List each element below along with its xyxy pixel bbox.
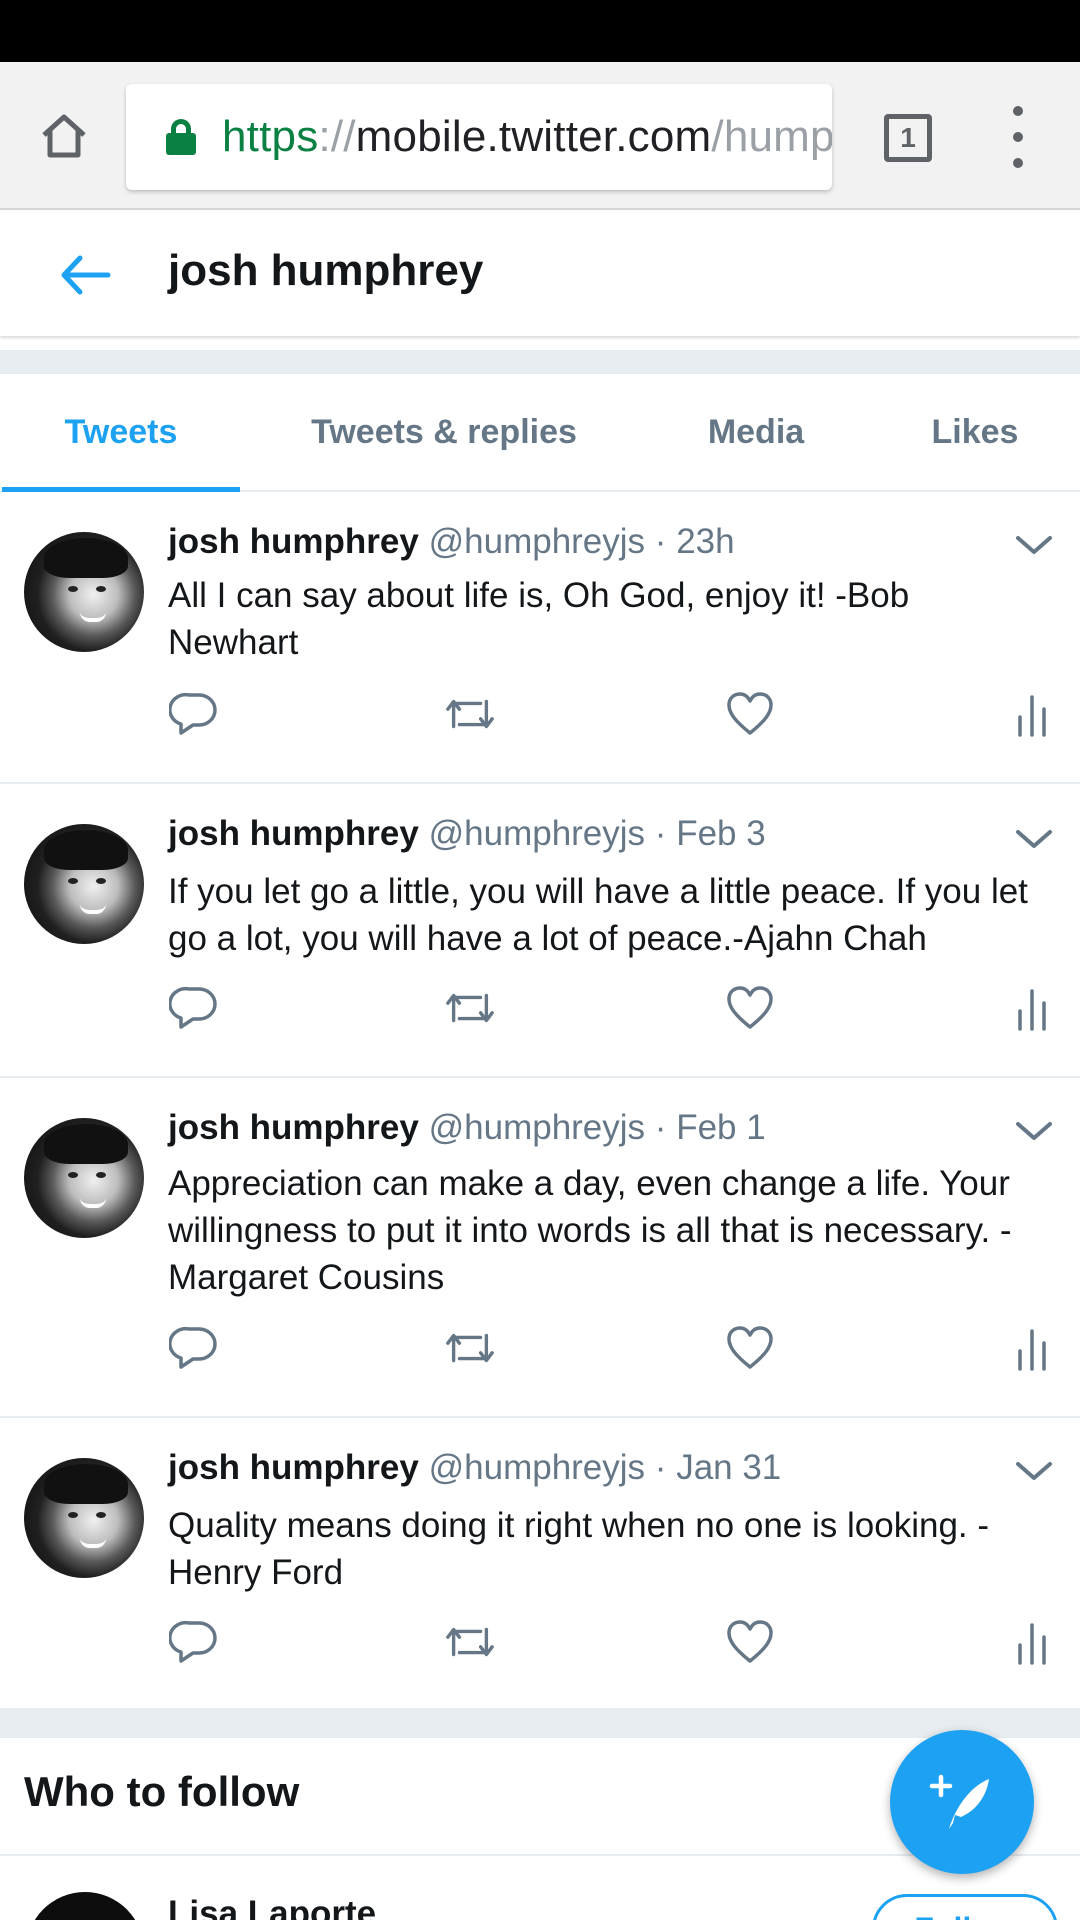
reply-icon[interactable] (168, 688, 220, 740)
tweet-timestamp[interactable]: 23h (676, 522, 734, 561)
browser-toolbar: https://mobile.twitter.com/hump 1 (0, 62, 1080, 210)
profile-tabs: Tweets Tweets & replies Media Likes (0, 374, 1080, 492)
reply-icon[interactable] (168, 982, 220, 1034)
tab-tweets[interactable]: Tweets (2, 374, 240, 492)
like-icon[interactable] (724, 1322, 776, 1374)
tweet-separator: · (654, 1108, 667, 1147)
retweet-icon[interactable] (444, 982, 496, 1034)
analytics-icon[interactable] (1006, 688, 1058, 740)
suggestion-name[interactable]: Lisa Laporte (168, 1894, 376, 1920)
tab-likes[interactable]: Likes (900, 374, 1050, 490)
url-separator: :// (318, 112, 356, 161)
tweet-header: josh humphrey @humphreyjs · Feb 3 (168, 814, 766, 854)
tweet-author-handle[interactable]: @humphreyjs (429, 522, 645, 561)
tweet-author-name[interactable]: josh humphrey (168, 814, 419, 853)
home-icon[interactable] (28, 106, 100, 166)
follow-suggestion[interactable]: Lisa Laporte Follow (0, 1858, 1080, 1920)
follow-button[interactable]: Follow (872, 1894, 1058, 1920)
tweet-card[interactable]: josh humphrey @humphreyjs · Feb 1 Apprec… (0, 1080, 1080, 1418)
analytics-icon[interactable] (1006, 982, 1058, 1034)
status-bar (0, 0, 1080, 62)
tweet-author-name[interactable]: josh humphrey (168, 1448, 419, 1487)
tweet-timestamp[interactable]: Jan 31 (676, 1448, 781, 1487)
analytics-icon[interactable] (1006, 1616, 1058, 1668)
tab-switcher-icon[interactable]: 1 (884, 114, 932, 162)
chevron-down-icon[interactable] (1014, 1120, 1054, 1144)
tweet-actions (168, 1616, 1058, 1668)
tweet-author-handle[interactable]: @humphreyjs (429, 814, 645, 853)
tweet-text: All I can say about life is, Oh God, enj… (168, 576, 910, 662)
tweet-timestamp[interactable]: Feb 1 (676, 1108, 766, 1147)
divider-band (0, 350, 1080, 374)
compose-tweet-icon (929, 1774, 989, 1829)
tweet-timestamp[interactable]: Feb 3 (676, 814, 766, 853)
tweet-separator: · (654, 1448, 667, 1487)
avatar[interactable] (24, 1458, 144, 1578)
reply-icon[interactable] (168, 1616, 220, 1668)
who-to-follow-title: Who to follow (24, 1768, 300, 1815)
reply-icon[interactable] (168, 1322, 220, 1374)
tweet-text: If you let go a little, you will have a … (168, 872, 1028, 958)
tweet-author-handle[interactable]: @humphreyjs (429, 1448, 645, 1487)
tweet-header: josh humphrey @humphreyjs · Feb 1 (168, 1108, 766, 1148)
avatar[interactable] (24, 1118, 144, 1238)
chevron-down-icon[interactable] (1014, 534, 1054, 558)
chevron-down-icon[interactable] (1014, 828, 1054, 852)
tweet-actions (168, 1322, 1058, 1374)
section-divider (0, 1708, 1080, 1738)
compose-tweet-button[interactable] (890, 1730, 1034, 1874)
tweet-separator: · (654, 522, 667, 561)
tweet-text: Appreciation can make a day, even change… (168, 1164, 1012, 1297)
analytics-icon[interactable] (1006, 1322, 1058, 1374)
retweet-icon[interactable] (444, 688, 496, 740)
tweet-actions (168, 688, 1058, 740)
avatar[interactable] (26, 1892, 144, 1920)
tweet-card[interactable]: josh humphrey @humphreyjs · 23h All I ca… (0, 494, 1080, 784)
like-icon[interactable] (724, 688, 776, 740)
back-arrow-icon[interactable] (56, 250, 116, 300)
url-scheme: https (222, 112, 319, 161)
tweet-author-name[interactable]: josh humphrey (168, 1108, 419, 1147)
like-icon[interactable] (724, 1616, 776, 1668)
tweet-header: josh humphrey @humphreyjs · Jan 31 (168, 1448, 781, 1488)
tweet-text: Quality means doing it right when no one… (168, 1506, 990, 1592)
url-path: /hump (711, 112, 832, 161)
avatar[interactable] (24, 824, 144, 944)
url-text: https://mobile.twitter.com/hump (222, 112, 832, 162)
retweet-icon[interactable] (444, 1322, 496, 1374)
chevron-down-icon[interactable] (1014, 1460, 1054, 1484)
overflow-menu-icon[interactable] (1000, 102, 1036, 172)
page-title: josh humphrey (168, 246, 484, 295)
url-host: mobile.twitter.com (355, 112, 712, 161)
profile-header: josh humphrey (0, 212, 1080, 336)
tweet-author-handle[interactable]: @humphreyjs (429, 1108, 645, 1147)
tweet-separator: · (654, 814, 667, 853)
avatar[interactable] (24, 532, 144, 652)
lock-icon (166, 119, 196, 155)
tab-tweets-and-replies[interactable]: Tweets & replies (284, 374, 604, 490)
tweet-header: josh humphrey @humphreyjs · 23h (168, 522, 735, 562)
like-icon[interactable] (724, 982, 776, 1034)
retweet-icon[interactable] (444, 1616, 496, 1668)
tab-media[interactable]: Media (664, 374, 848, 490)
tweet-card[interactable]: josh humphrey @humphreyjs · Jan 31 Quali… (0, 1420, 1080, 1708)
tweet-author-name[interactable]: josh humphrey (168, 522, 419, 561)
tweet-card[interactable]: josh humphrey @humphreyjs · Feb 3 If you… (0, 786, 1080, 1078)
tweet-actions (168, 982, 1058, 1034)
address-bar[interactable]: https://mobile.twitter.com/hump (126, 84, 832, 190)
